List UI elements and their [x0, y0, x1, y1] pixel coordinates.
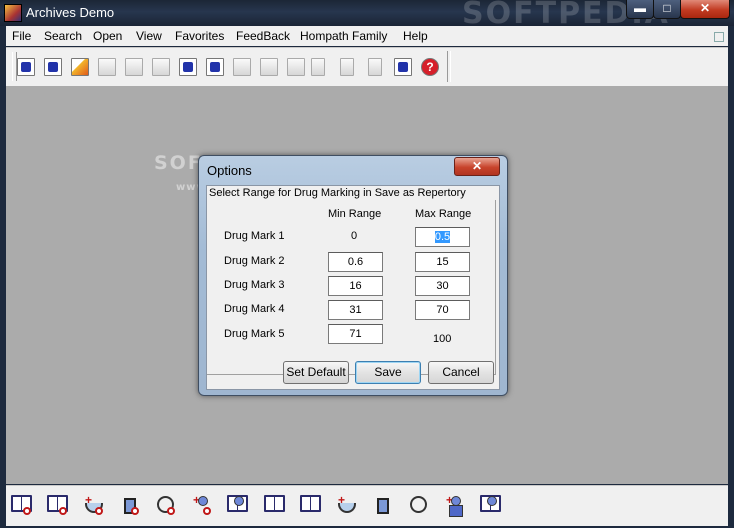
group-caption: Select Range for Drug Marking in Save as… [209, 187, 466, 199]
open-book-icon[interactable] [44, 58, 62, 76]
drug-mark-4-label: Drug Mark 4 [224, 303, 285, 315]
find-book-icon[interactable] [17, 58, 35, 76]
app-icon[interactable] [4, 4, 22, 22]
drug-mark-4-min-input[interactable] [328, 300, 383, 320]
drug-mark-5-label: Drug Mark 5 [224, 328, 285, 340]
stethoscope-icon[interactable] [407, 492, 431, 518]
book-icon[interactable] [263, 492, 287, 518]
drug-mark-3-max-input[interactable] [415, 276, 470, 296]
max-range-header: Max Range [415, 208, 472, 220]
dialog-title: Options [207, 163, 252, 178]
save-button[interactable]: Save [355, 361, 421, 384]
minimize-button[interactable]: ▬ [626, 0, 654, 19]
menu-open[interactable]: Open [93, 29, 122, 43]
drug-mark-1-max-input[interactable]: 0.5 [415, 227, 470, 247]
dialog-body: Select Range for Drug Marking in Save as… [206, 185, 500, 390]
options-dialog: Options ✕ Select Range for Drug Marking … [198, 155, 508, 396]
stethoscope-search-icon[interactable] [154, 492, 178, 518]
text-format-icon[interactable] [206, 58, 224, 76]
book-2-icon[interactable] [299, 492, 323, 518]
menu-file[interactable]: File [12, 29, 31, 43]
min-range-header: Min Range [328, 208, 382, 220]
print-icon[interactable] [394, 58, 412, 76]
menu-bar: File Search Open View Favorites FeedBack… [6, 26, 728, 46]
menu-view[interactable]: View [136, 29, 162, 43]
toolbar-button-14-icon[interactable] [368, 58, 382, 76]
lab-flask-icon[interactable] [118, 492, 142, 518]
menu-help[interactable]: Help [403, 29, 428, 43]
patient-search-icon[interactable]: + [190, 492, 214, 518]
toolbar-button-11-icon[interactable] [287, 58, 305, 76]
help-icon[interactable]: ? [421, 58, 439, 76]
drug-mark-2-max-input[interactable] [415, 252, 470, 272]
drug-mark-3-label: Drug Mark 3 [224, 279, 285, 291]
toolbar-button-6-icon[interactable] [152, 58, 170, 76]
mdi-control-icon[interactable] [714, 32, 724, 42]
title-bar: Archives Demo SOFTPEDIA ▬ □ ✕ [0, 0, 734, 31]
menu-favorites[interactable]: Favorites [175, 29, 224, 43]
drug-mark-5-max: 100 [433, 333, 452, 345]
search-book-2-icon[interactable] [46, 492, 70, 518]
patient-book-icon[interactable] [226, 492, 250, 518]
top-toolbar: ? [6, 47, 728, 86]
web-link-icon[interactable] [179, 58, 197, 76]
drug-mark-5-min-input[interactable] [328, 324, 383, 344]
toolbar-button-9-icon[interactable] [233, 58, 251, 76]
dialog-close-button[interactable]: ✕ [454, 157, 500, 176]
window-title: Archives Demo [26, 5, 115, 20]
set-default-button[interactable]: Set Default [283, 361, 349, 384]
add-remedy-search-icon[interactable]: + [82, 492, 106, 518]
bottom-toolbar: + + + + [6, 485, 728, 526]
toolbar-button-5-icon[interactable] [125, 58, 143, 76]
search-book-icon[interactable] [10, 492, 34, 518]
menu-search[interactable]: Search [44, 29, 82, 43]
menu-feedback[interactable]: FeedBack [236, 29, 290, 43]
lab-icon[interactable] [371, 492, 395, 518]
new-document-icon[interactable] [71, 58, 89, 76]
cancel-button[interactable]: Cancel [428, 361, 494, 384]
drug-mark-2-min-input[interactable] [328, 252, 383, 272]
toolbar-button-4-icon[interactable] [98, 58, 116, 76]
selected-text: 0.5 [434, 231, 451, 243]
toolbar-button-13-icon[interactable] [340, 58, 354, 76]
toolbar-button-12-icon[interactable] [311, 58, 325, 76]
drug-mark-1-label: Drug Mark 1 [224, 230, 285, 242]
add-remedy-icon[interactable]: + [335, 492, 359, 518]
menu-hompath-family[interactable]: Hompath Family [300, 29, 387, 43]
drug-mark-1-min: 0 [351, 230, 358, 242]
add-patient-icon[interactable]: + [443, 492, 467, 518]
close-button[interactable]: ✕ [680, 0, 730, 19]
drug-mark-3-min-input[interactable] [328, 276, 383, 296]
drug-range-group: Select Range for Drug Marking in Save as… [207, 186, 499, 390]
toolbar-separator [447, 51, 451, 82]
patient-record-icon[interactable] [479, 492, 503, 518]
toolbar-button-10-icon[interactable] [260, 58, 278, 76]
maximize-button[interactable]: □ [653, 0, 681, 19]
drug-mark-4-max-input[interactable] [415, 300, 470, 320]
drug-mark-2-label: Drug Mark 2 [224, 255, 285, 267]
